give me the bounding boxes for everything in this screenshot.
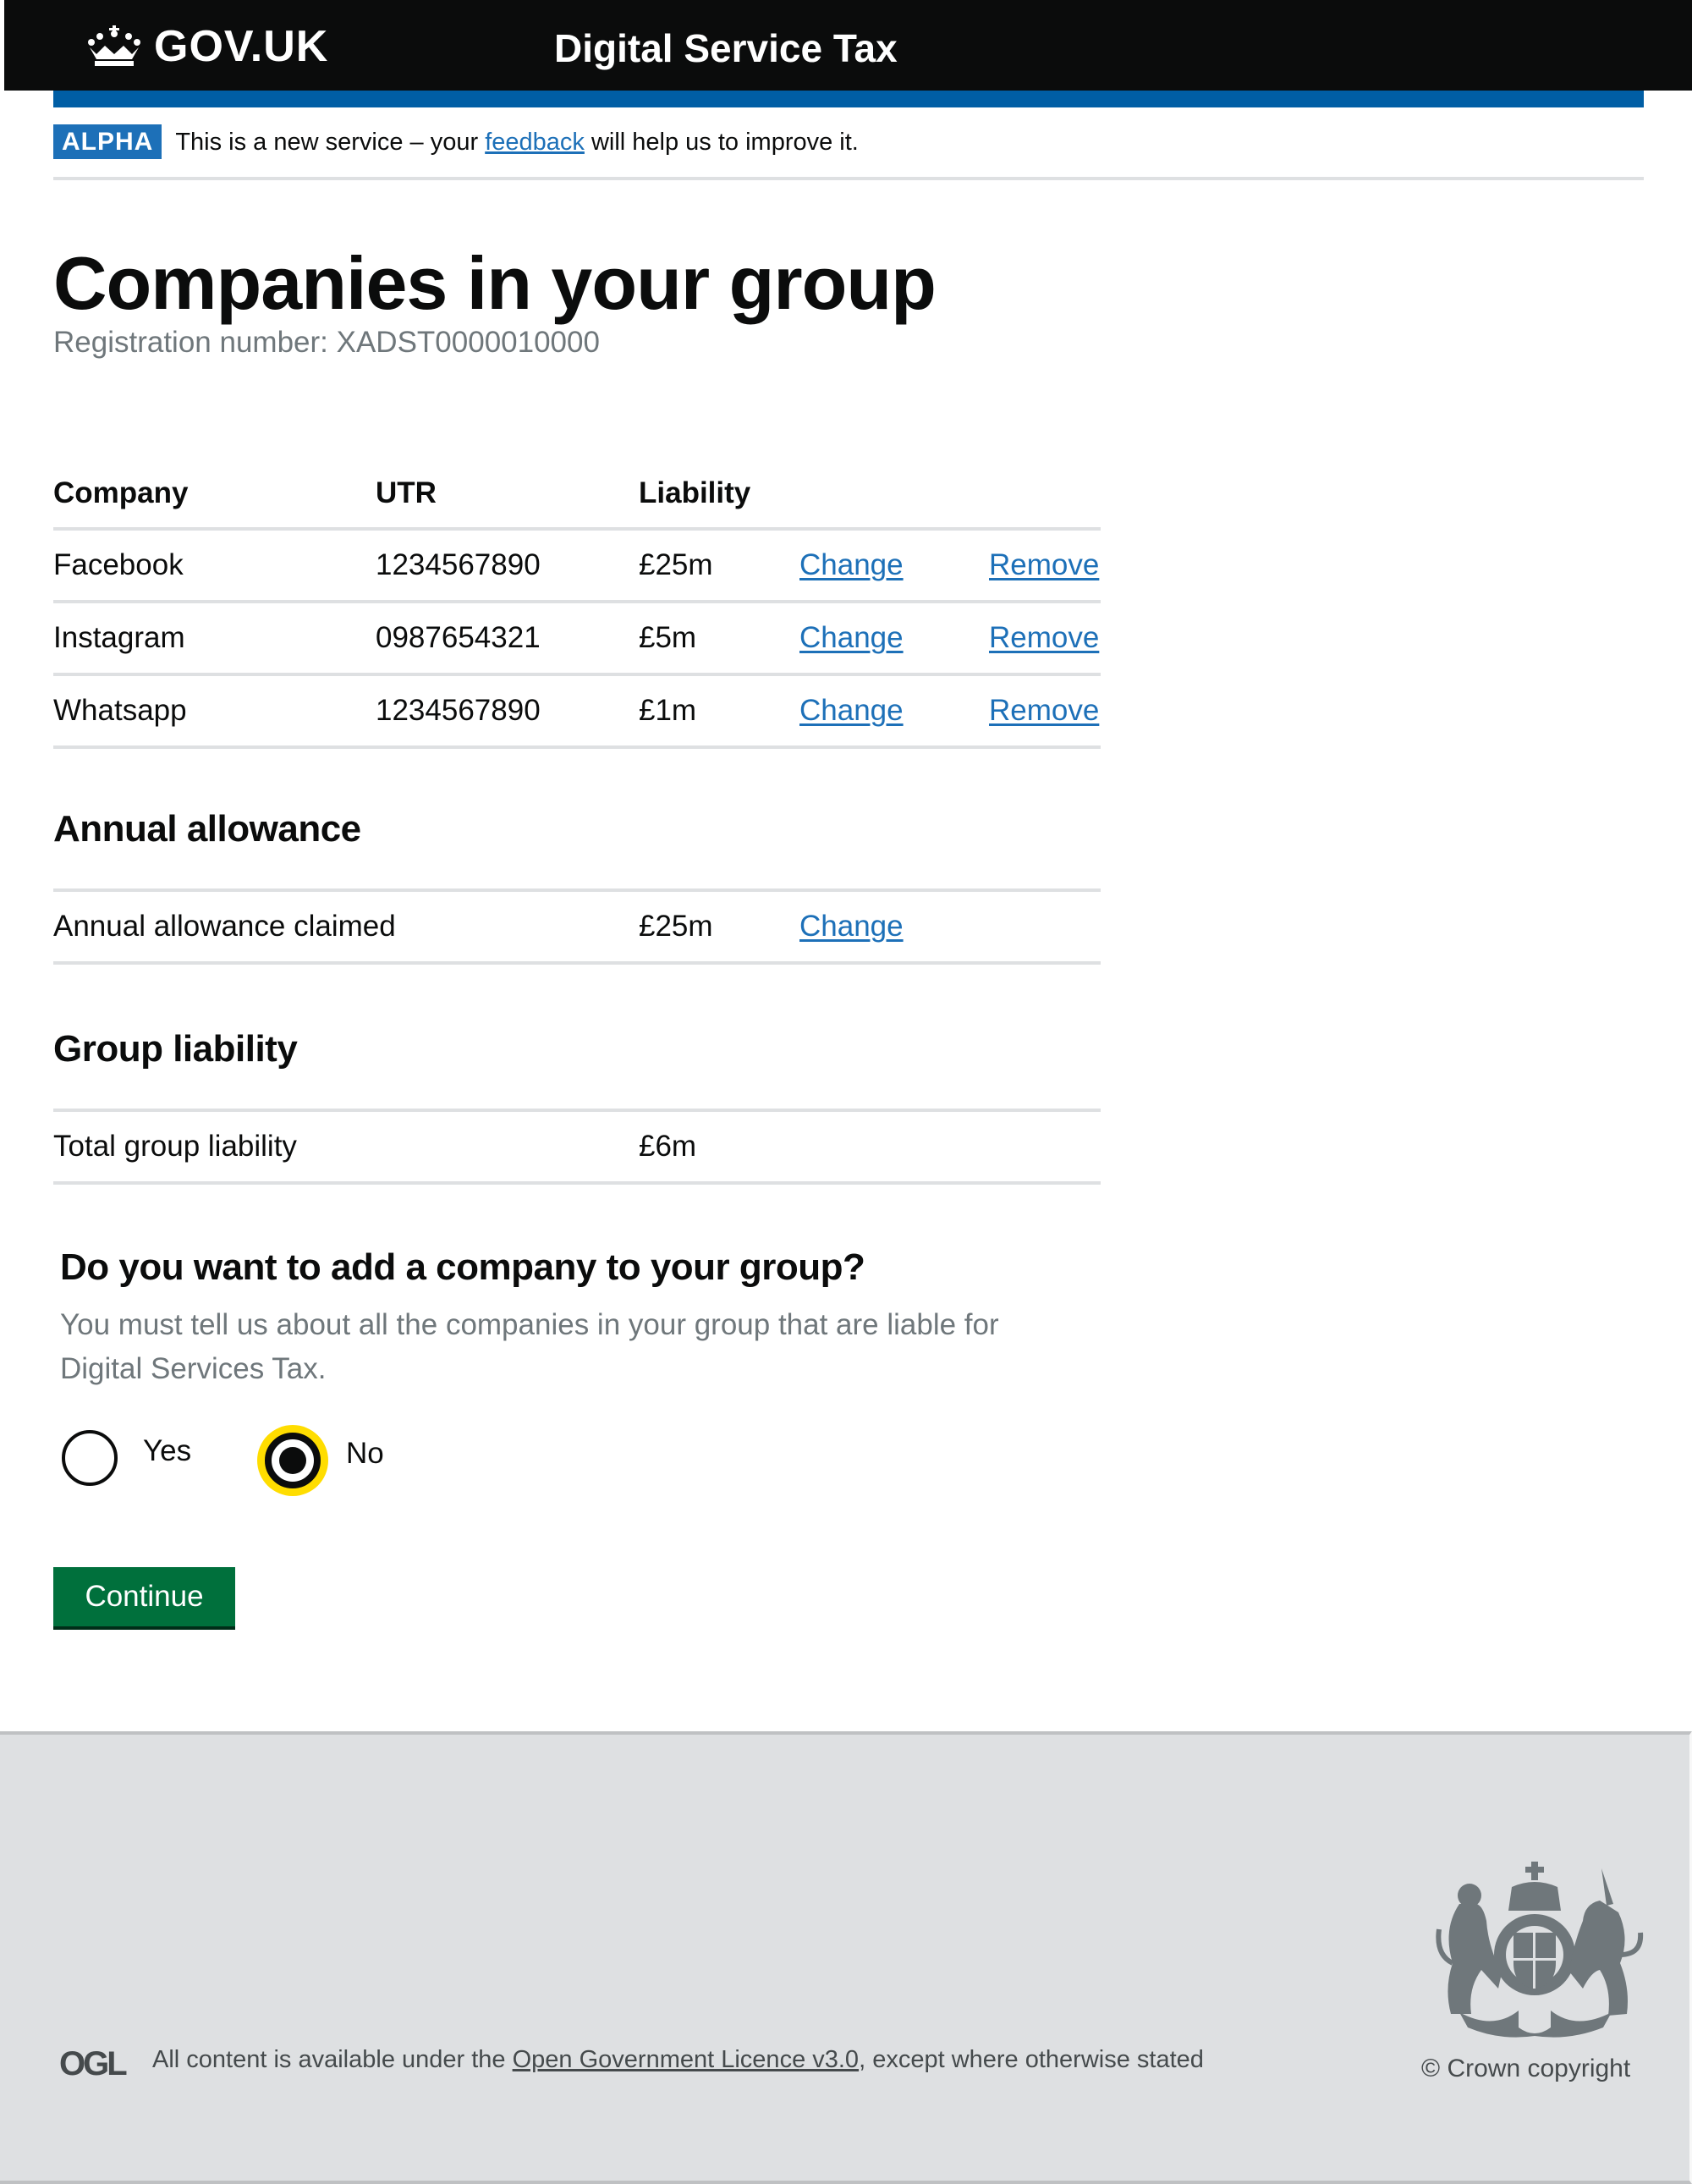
company-liability: £25m: [639, 548, 713, 581]
crown-copyright-link[interactable]: © Crown copyright: [1421, 2055, 1630, 2082]
companies-table: Company UTR Liability Facebook 123456789…: [53, 470, 1101, 749]
company-name: Facebook: [53, 548, 184, 581]
radio-yes-label[interactable]: Yes: [143, 1434, 191, 1468]
group-liability-heading: Group liability: [53, 1028, 298, 1070]
add-company-hint: You must tell us about all the companies…: [60, 1308, 999, 1385]
table-row: Facebook 1234567890 £25m Change Remove: [53, 531, 1101, 603]
column-header-company: Company: [53, 476, 189, 509]
company-name: Instagram: [53, 621, 185, 654]
annual-allowance-value: £25m: [639, 910, 713, 943]
table-row: Whatsapp 1234567890 £1m Change Remove: [53, 676, 1101, 749]
page-title: Companies in your group: [53, 241, 937, 325]
table-header-row: Company UTR Liability: [53, 470, 1101, 531]
phase-text-after: will help us to improve it.: [584, 129, 859, 156]
radio-no-circle-selected[interactable]: [265, 1433, 321, 1488]
feedback-link[interactable]: feedback: [485, 129, 585, 156]
column-header-liability: Liability: [639, 476, 751, 509]
company-liability: £1m: [639, 694, 697, 727]
service-name-link[interactable]: Digital Service Tax: [554, 25, 898, 71]
header-blue-bar: [53, 91, 1644, 107]
phase-tag: ALPHA: [53, 124, 162, 159]
column-header-utr: UTR: [376, 476, 437, 509]
phase-banner-text: This is a new service – your feedback wi…: [175, 124, 859, 160]
site-footer: OGL All content is available under the O…: [0, 1731, 1692, 2184]
change-company-link[interactable]: Change: [799, 531, 904, 600]
registration-number: Registration number: XADST0000010000: [53, 326, 600, 359]
total-group-liability-label: Total group liability: [53, 1130, 297, 1163]
total-group-liability-value: £6m: [639, 1130, 697, 1163]
open-government-licence-link[interactable]: Open Government Licence v3.0: [513, 2046, 859, 2073]
company-name: Whatsapp: [53, 694, 187, 727]
add-company-question: Do you want to add a company to your gro…: [60, 1246, 865, 1288]
licence-text-after: , except where otherwise stated: [859, 2046, 1204, 2073]
phase-banner: ALPHA This is a new service – your feedb…: [53, 124, 1644, 180]
crown-copyright: © Crown copyright: [1421, 2055, 1630, 2083]
radio-yes[interactable]: Yes: [62, 1430, 191, 1486]
company-utr: 1234567890: [376, 694, 541, 727]
change-company-link[interactable]: Change: [799, 603, 904, 673]
radio-yes-circle[interactable]: [62, 1430, 118, 1486]
radio-no-label[interactable]: No: [346, 1437, 384, 1471]
crown-icon: [88, 25, 140, 66]
licence-text: All content is available under the Open …: [152, 2046, 1204, 2074]
remove-company-link[interactable]: Remove: [989, 531, 1099, 600]
summary-row: Total group liability £6m: [53, 1112, 1101, 1185]
change-annual-allowance-link[interactable]: Change: [799, 892, 904, 961]
continue-button[interactable]: Continue: [53, 1567, 235, 1630]
licence-text-before: All content is available under the: [152, 2046, 513, 2073]
table-row: Instagram 0987654321 £5m Change Remove: [53, 603, 1101, 676]
govuk-logo-link[interactable]: GOV.UK: [85, 17, 328, 76]
annual-allowance-summary: Annual allowance claimed £25m Change: [53, 888, 1101, 965]
annual-allowance-heading: Annual allowance: [53, 808, 361, 850]
summary-row: Annual allowance claimed £25m Change: [53, 892, 1101, 965]
radio-no[interactable]: No: [265, 1433, 384, 1488]
company-liability: £5m: [639, 621, 697, 654]
site-header: GOV.UK Digital Service Tax: [4, 0, 1692, 91]
company-utr: 0987654321: [376, 621, 541, 654]
govuk-logo-text: GOV.UK: [154, 22, 329, 71]
company-utr: 1234567890: [376, 548, 541, 581]
ogl-logo: OGL: [59, 2045, 128, 2082]
remove-company-link[interactable]: Remove: [989, 676, 1099, 745]
annual-allowance-label: Annual allowance claimed: [53, 910, 396, 943]
royal-coat-of-arms-icon: [1436, 1862, 1644, 2038]
change-company-link[interactable]: Change: [799, 676, 904, 745]
phase-text-before: This is a new service – your: [175, 129, 486, 156]
remove-company-link[interactable]: Remove: [989, 603, 1099, 673]
group-liability-summary: Total group liability £6m: [53, 1109, 1101, 1185]
